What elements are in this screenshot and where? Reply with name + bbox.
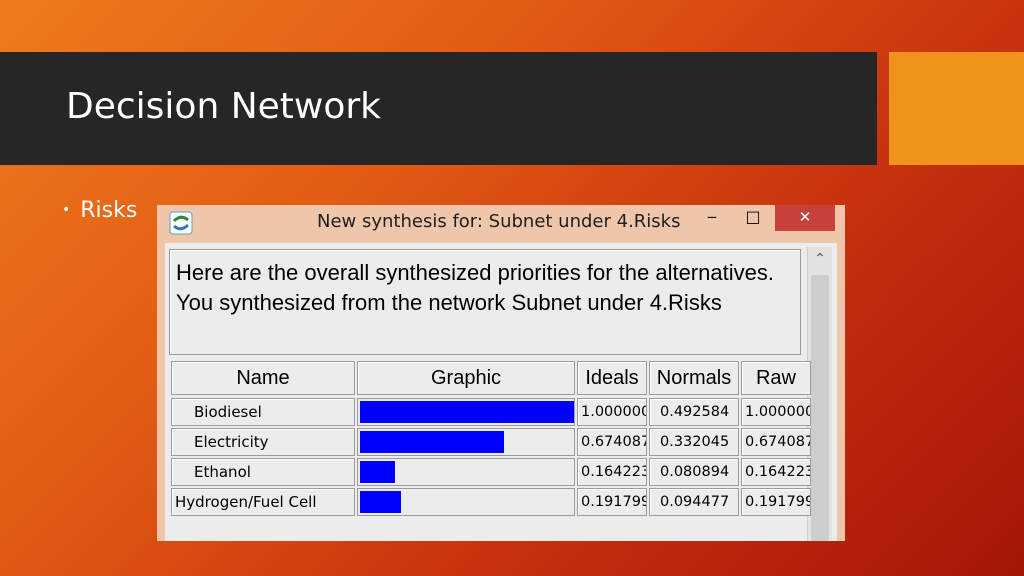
row-raw: 0.191799 bbox=[741, 488, 811, 516]
slide-title: Decision Network bbox=[66, 86, 382, 127]
row-normal: 0.094477 bbox=[649, 488, 739, 516]
row-raw: 0.674087 bbox=[741, 428, 811, 456]
synthesis-window: New synthesis for: Subnet under 4.Risks … bbox=[157, 205, 845, 541]
row-ideal: 1.000000 bbox=[577, 398, 647, 426]
row-graphic bbox=[357, 398, 575, 426]
scroll-up-icon[interactable]: ⌃ bbox=[808, 247, 832, 271]
row-ideal: 0.164223 bbox=[577, 458, 647, 486]
close-button[interactable]: ✕ bbox=[775, 205, 835, 231]
bullet-dot-icon: • bbox=[62, 202, 71, 218]
window-title: New synthesis for: Subnet under 4.Risks bbox=[317, 211, 681, 232]
header-name[interactable]: Name bbox=[171, 361, 355, 395]
priority-bar bbox=[360, 491, 401, 513]
row-graphic bbox=[357, 488, 575, 516]
results-table: Name Graphic Ideals Normals Raw Biodiese… bbox=[171, 361, 811, 541]
message-text: Here are the overall synthesized priorit… bbox=[176, 260, 774, 315]
minimize-button[interactable]: ‒ bbox=[694, 205, 730, 231]
priority-bar bbox=[360, 401, 574, 423]
maximize-button[interactable]: □ bbox=[735, 205, 771, 231]
priority-bar bbox=[360, 431, 504, 453]
header-raw[interactable]: Raw bbox=[741, 361, 811, 395]
message-box: Here are the overall synthesized priorit… bbox=[169, 249, 801, 355]
row-name: Hydrogen/Fuel Cell bbox=[171, 488, 355, 516]
bullet-text: Risks bbox=[80, 198, 138, 223]
header-normals[interactable]: Normals bbox=[649, 361, 739, 395]
header-graphic[interactable]: Graphic bbox=[357, 361, 575, 395]
row-normal: 0.332045 bbox=[649, 428, 739, 456]
row-normal: 0.492584 bbox=[649, 398, 739, 426]
scroll-thumb[interactable] bbox=[811, 275, 829, 541]
row-normal: 0.080894 bbox=[649, 458, 739, 486]
row-name: Ethanol bbox=[171, 458, 355, 486]
priority-bar bbox=[360, 461, 395, 483]
row-ideal: 0.191799 bbox=[577, 488, 647, 516]
accent-square bbox=[889, 52, 1024, 165]
row-name: Biodiesel bbox=[171, 398, 355, 426]
bullet-item: • Risks bbox=[62, 198, 137, 223]
row-ideal: 0.674087 bbox=[577, 428, 647, 456]
app-icon bbox=[169, 211, 193, 235]
window-client: Here are the overall synthesized priorit… bbox=[165, 243, 837, 541]
row-graphic bbox=[357, 458, 575, 486]
row-name: Electricity bbox=[171, 428, 355, 456]
row-raw: 0.164223 bbox=[741, 458, 811, 486]
row-raw: 1.000000 bbox=[741, 398, 811, 426]
header-ideals[interactable]: Ideals bbox=[577, 361, 647, 395]
row-graphic bbox=[357, 428, 575, 456]
